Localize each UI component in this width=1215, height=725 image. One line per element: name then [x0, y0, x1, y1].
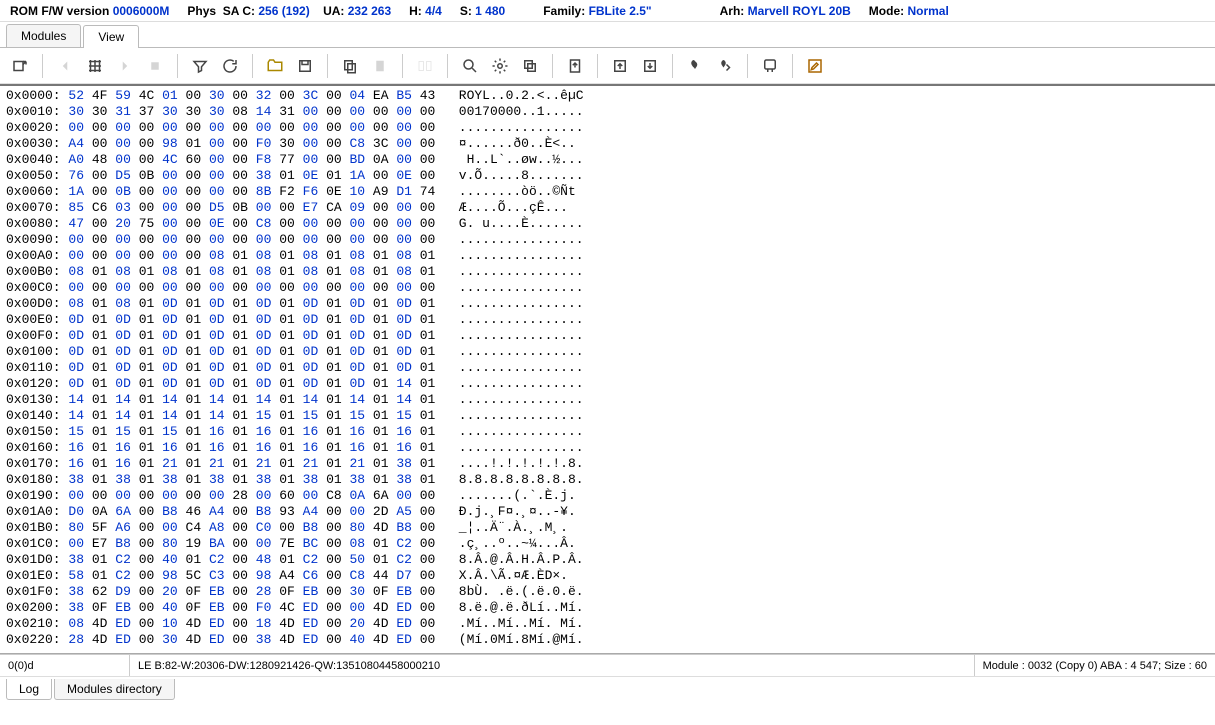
open-icon[interactable]	[261, 52, 289, 80]
hex-row[interactable]: 0x01A0: D0 0A 6A 00 B8 46 A4 00 B8 93 A4…	[6, 504, 1209, 520]
hex-row[interactable]: 0x0070: 85 C6 03 00 00 00 D5 0B 00 00 E7…	[6, 200, 1209, 216]
hex-row[interactable]: 0x0050: 76 00 D5 0B 00 00 00 00 38 01 0E…	[6, 168, 1209, 184]
arh-label: Arh:	[720, 4, 745, 18]
find-icon[interactable]	[681, 52, 709, 80]
status-info: LE B:82-W:20306-DW:1280921426-QW:1351080…	[130, 655, 975, 676]
hex-row[interactable]: 0x0150: 15 01 15 01 15 01 16 01 16 01 16…	[6, 424, 1209, 440]
hex-row[interactable]: 0x0030: A4 00 00 00 98 01 00 00 F0 30 00…	[6, 136, 1209, 152]
hex-row[interactable]: 0x0200: 38 0F EB 00 40 0F EB 00 F0 4C ED…	[6, 600, 1209, 616]
doc-up-icon[interactable]	[561, 52, 589, 80]
hex-row[interactable]: 0x0040: A0 48 00 00 4C 60 00 00 F8 77 00…	[6, 152, 1209, 168]
layers-icon[interactable]	[516, 52, 544, 80]
mode-value: Normal	[907, 4, 948, 18]
bottom-tabbar: Log Modules directory	[0, 676, 1215, 702]
mode-label: Mode:	[869, 4, 904, 18]
hex-row[interactable]: 0x01B0: 80 5F A6 00 00 C4 A8 00 C0 00 B8…	[6, 520, 1209, 536]
bookmark-icon[interactable]	[756, 52, 784, 80]
tab-log[interactable]: Log	[6, 679, 52, 700]
header-bar: ROM F/W version 0006000M Phys SA C: 256 …	[0, 0, 1215, 22]
phys-label: Phys	[187, 4, 216, 18]
tab-modules[interactable]: Modules	[6, 24, 81, 47]
hex-row[interactable]: 0x0120: 0D 01 0D 01 0D 01 0D 01 0D 01 0D…	[6, 376, 1209, 392]
tab-modules-directory[interactable]: Modules directory	[54, 679, 175, 700]
hex-row[interactable]: 0x00F0: 0D 01 0D 01 0D 01 0D 01 0D 01 0D…	[6, 328, 1209, 344]
hex-row[interactable]: 0x00D0: 08 01 08 01 0D 01 0D 01 0D 01 0D…	[6, 296, 1209, 312]
zoom-icon[interactable]	[456, 52, 484, 80]
family-label: Family:	[543, 4, 585, 18]
next-icon[interactable]	[111, 52, 139, 80]
filter-icon[interactable]	[186, 52, 214, 80]
paste-icon[interactable]	[366, 52, 394, 80]
hex-row[interactable]: 0x01D0: 38 01 C2 00 40 01 C2 00 48 01 C2…	[6, 552, 1209, 568]
hex-row[interactable]: 0x0110: 0D 01 0D 01 0D 01 0D 01 0D 01 0D…	[6, 360, 1209, 376]
toolbar	[0, 48, 1215, 84]
s-value: 1 480	[475, 4, 505, 18]
family-value: FBLite 2.5"	[589, 4, 652, 18]
hex-row[interactable]: 0x0080: 47 00 20 75 00 00 0E 00 C8 00 00…	[6, 216, 1209, 232]
hex-row[interactable]: 0x0010: 30 30 31 37 30 30 30 08 14 31 00…	[6, 104, 1209, 120]
compare-icon[interactable]	[411, 52, 439, 80]
download-icon[interactable]	[636, 52, 664, 80]
ua-value: 232 263	[348, 4, 391, 18]
hex-row[interactable]: 0x00A0: 00 00 00 00 00 00 08 01 08 01 08…	[6, 248, 1209, 264]
rom-value: 0006000M	[113, 4, 170, 18]
export-icon[interactable]	[6, 52, 34, 80]
grid-icon[interactable]	[81, 52, 109, 80]
hex-row[interactable]: 0x0180: 38 01 38 01 38 01 38 01 38 01 38…	[6, 472, 1209, 488]
hex-row[interactable]: 0x0220: 28 4D ED 00 30 4D ED 00 38 4D ED…	[6, 632, 1209, 648]
hex-row[interactable]: 0x00E0: 0D 01 0D 01 0D 01 0D 01 0D 01 0D…	[6, 312, 1209, 328]
hex-row[interactable]: 0x0090: 00 00 00 00 00 00 00 00 00 00 00…	[6, 232, 1209, 248]
copy-icon[interactable]	[336, 52, 364, 80]
status-bar: 0(0)d LE B:82-W:20306-DW:1280921426-QW:1…	[0, 654, 1215, 676]
h-value: 4/4	[425, 4, 442, 18]
status-offset: 0(0)d	[0, 655, 130, 676]
hex-row[interactable]: 0x01F0: 38 62 D9 00 20 0F EB 00 28 0F EB…	[6, 584, 1209, 600]
refresh-icon[interactable]	[216, 52, 244, 80]
rom-label: ROM F/W version	[10, 4, 109, 18]
hex-row[interactable]: 0x0170: 16 01 16 01 21 01 21 01 21 01 21…	[6, 456, 1209, 472]
hex-row[interactable]: 0x0210: 08 4D ED 00 10 4D ED 00 18 4D ED…	[6, 616, 1209, 632]
status-module: Module : 0032 (Copy 0) ABA : 4 547; Size…	[975, 655, 1215, 676]
hex-row[interactable]: 0x0140: 14 01 14 01 14 01 14 01 15 01 15…	[6, 408, 1209, 424]
stop-icon[interactable]	[141, 52, 169, 80]
hex-row[interactable]: 0x0060: 1A 00 0B 00 00 00 00 00 8B F2 F6…	[6, 184, 1209, 200]
save-icon[interactable]	[291, 52, 319, 80]
arh-value: Marvell ROYL 20B	[748, 4, 851, 18]
hex-row[interactable]: 0x01E0: 58 01 C2 00 98 5C C3 00 98 A4 C6…	[6, 568, 1209, 584]
hex-row[interactable]: 0x01C0: 00 E7 B8 00 80 19 BA 00 00 7E BC…	[6, 536, 1209, 552]
upload-icon[interactable]	[606, 52, 634, 80]
ua-label: UA:	[323, 4, 344, 18]
gear-icon[interactable]	[486, 52, 514, 80]
s-label: S:	[460, 4, 472, 18]
sac-value: 256 (192)	[258, 4, 309, 18]
hex-row[interactable]: 0x0100: 0D 01 0D 01 0D 01 0D 01 0D 01 0D…	[6, 344, 1209, 360]
hex-row[interactable]: 0x0190: 00 00 00 00 00 00 00 28 00 60 00…	[6, 488, 1209, 504]
hex-row[interactable]: 0x0130: 14 01 14 01 14 01 14 01 14 01 14…	[6, 392, 1209, 408]
hex-row[interactable]: 0x00C0: 00 00 00 00 00 00 00 00 00 00 00…	[6, 280, 1209, 296]
prev-icon[interactable]	[51, 52, 79, 80]
sac-label: SA C:	[223, 4, 255, 18]
find-next-icon[interactable]	[711, 52, 739, 80]
upper-tabbar: Modules View	[0, 22, 1215, 48]
hex-row[interactable]: 0x00B0: 08 01 08 01 08 01 08 01 08 01 08…	[6, 264, 1209, 280]
h-label: H:	[409, 4, 422, 18]
hex-row[interactable]: 0x0000: 52 4F 59 4C 01 00 30 00 32 00 3C…	[6, 88, 1209, 104]
edit-icon[interactable]	[801, 52, 829, 80]
hex-view[interactable]: 0x0000: 52 4F 59 4C 01 00 30 00 32 00 3C…	[0, 84, 1215, 654]
tab-view[interactable]: View	[83, 25, 139, 48]
hex-row[interactable]: 0x0020: 00 00 00 00 00 00 00 00 00 00 00…	[6, 120, 1209, 136]
hex-row[interactable]: 0x0160: 16 01 16 01 16 01 16 01 16 01 16…	[6, 440, 1209, 456]
